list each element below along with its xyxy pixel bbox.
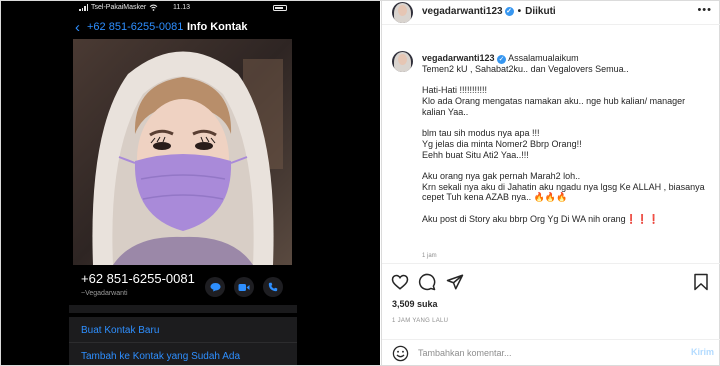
carrier-name: Tsel-PakaiMasker: [91, 4, 147, 11]
post-side-panel: vegadarwanti123 ✓ • Diikuti ••• vegadarw…: [381, 1, 720, 365]
phone-screenshot: Tsel-PakaiMasker 11.13 ‹ +62 851-6255-00…: [69, 1, 297, 365]
caption-line: Temen2 kU , Sahabat2ku.. dan Vegalovers …: [422, 64, 629, 74]
battery-icon: [273, 5, 287, 11]
post-header: vegadarwanti123 ✓ • Diikuti •••: [382, 1, 720, 25]
caption-username[interactable]: vegadarwanti123: [422, 53, 495, 63]
separator-dot: •: [517, 6, 522, 17]
post-media[interactable]: Tsel-PakaiMasker 11.13 ‹ +62 851-6255-00…: [1, 1, 380, 365]
heart-icon[interactable]: [391, 273, 409, 291]
more-options-icon[interactable]: •••: [697, 4, 712, 16]
contact-actions: [205, 277, 283, 297]
post-author: vegadarwanti123 ✓ • Diikuti: [422, 6, 556, 17]
verified-icon: ✓: [504, 7, 514, 16]
comment-input[interactable]: [418, 346, 668, 360]
menu-create-new-contact: Buat Kontak Baru: [69, 317, 297, 343]
message-button: [205, 277, 225, 297]
caption-line: Aku orang nya gak pernah Marah2 loh..: [422, 170, 581, 181]
share-icon[interactable]: [446, 273, 464, 291]
author-username[interactable]: vegadarwanti123: [422, 6, 503, 17]
status-time: 11.13: [173, 4, 190, 11]
video-call-button: [234, 277, 254, 297]
section-separator: [69, 305, 297, 313]
contact-info-title: Info Kontak: [187, 21, 248, 33]
comment-icon[interactable]: [418, 273, 436, 291]
message-icon: [210, 283, 220, 292]
follow-status-button[interactable]: Diikuti: [525, 6, 556, 17]
contact-portrait-illustration: [73, 39, 292, 265]
phone-icon: [268, 282, 278, 292]
caption-timestamp[interactable]: 1 jam: [422, 253, 437, 259]
caption-line: Klo ada Orang mengatas namakan aku.. nge…: [422, 96, 686, 107]
avatar[interactable]: [392, 2, 413, 23]
post-timestamp[interactable]: 1 JAM YANG LALU: [392, 318, 448, 324]
caption-verified-icon: ✓: [497, 55, 507, 64]
contact-photo: [73, 39, 292, 265]
caption-line: kalian Yaa..: [422, 106, 469, 117]
post-comment-button[interactable]: Kirim: [691, 347, 714, 357]
comment-bar: Kirim: [382, 339, 720, 365]
carrier-info: Tsel-PakaiMasker: [79, 4, 158, 11]
caption-line: Hati-Hati !!!!!!!!!!!: [422, 85, 488, 96]
contact-name: ~Vegadarwanti: [81, 290, 128, 297]
caption-line: cepet Tuh kena AZAB nya.. 🔥🔥🔥: [422, 192, 568, 203]
video-icon: [238, 283, 250, 291]
signal-icon: [79, 4, 88, 11]
caption-line: Yg jelas dia minta Nomer2 Bbrp Orang!!: [422, 138, 582, 149]
status-bar: Tsel-PakaiMasker 11.13: [69, 3, 297, 15]
caption-line: Eehh buat Situ Ati2 Yaa..!!!: [422, 149, 529, 160]
post-caption: vegadarwanti123 ✓ Assalamualaikum Temen2…: [422, 53, 714, 224]
contact-number: +62 851-6255-0081: [81, 271, 195, 286]
contact-nav-bar: ‹ +62 851-6255-0081 Info Kontak: [69, 19, 297, 37]
back-chevron-icon: ‹: [75, 19, 80, 36]
caption-line: Aku post di Story aku bbrp Org Yg Di WA …: [422, 213, 660, 224]
caption-line: blm tau sih modus nya apa !!!: [422, 128, 540, 139]
bookmark-icon[interactable]: [692, 273, 710, 291]
menu-add-to-existing-contact: Tambah ke Kontak yang Sudah Ada: [69, 343, 297, 365]
like-count[interactable]: 3,509 suka: [392, 299, 438, 309]
post-actions: [382, 263, 720, 299]
caption-line: Assalamualaikum: [508, 53, 579, 63]
back-label: +62 851-6255-0081: [87, 21, 184, 33]
caption-line: Krn sekali nya aku di Jahatin aku ngadu …: [422, 181, 705, 192]
wifi-icon: [149, 4, 158, 11]
caption-avatar[interactable]: [392, 51, 413, 72]
phone-call-button: [263, 277, 283, 297]
emoji-icon[interactable]: [392, 345, 409, 362]
